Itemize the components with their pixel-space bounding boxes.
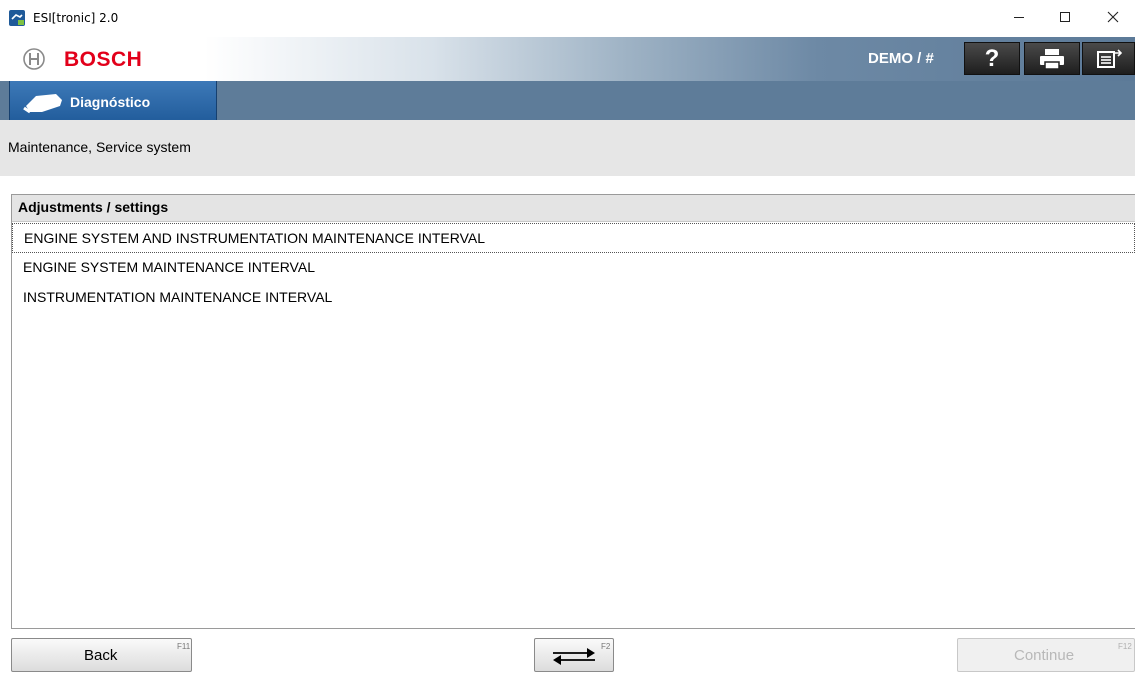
list-item[interactable]: INSTRUMENTATION MAINTENANCE INTERVAL — [12, 283, 1135, 313]
nav-band: Diagnóstico — [0, 81, 1135, 126]
back-button-label: Back — [84, 647, 118, 664]
adjustments-list-panel: Adjustments / settings ENGINE SYSTEM AND… — [11, 194, 1135, 629]
list-item[interactable]: ENGINE SYSTEM MAINTENANCE INTERVAL — [12, 253, 1135, 283]
export-button[interactable] — [1082, 42, 1135, 75]
breadcrumb-text: Maintenance, Service system — [8, 139, 191, 155]
bosch-logo-icon — [23, 48, 45, 70]
breadcrumb: Maintenance, Service system — [0, 120, 1135, 176]
continue-button-label: Continue — [1014, 647, 1075, 664]
list-item[interactable]: ENGINE SYSTEM AND INSTRUMENTATION MAINTE… — [12, 223, 1135, 253]
continue-fkey-hint: F12 — [1118, 642, 1132, 651]
minimize-icon[interactable] — [996, 0, 1042, 34]
back-fkey-hint: F11 — [177, 642, 191, 651]
list-item-label: INSTRUMENTATION MAINTENANCE INTERVAL — [23, 289, 333, 305]
continue-button[interactable]: Continue F12 — [957, 638, 1135, 672]
window-titlebar: ESI[tronic] 2.0 — [0, 0, 1135, 37]
diagnostic-connector-icon — [23, 94, 62, 114]
swap-arrows-icon — [553, 648, 595, 665]
question-mark-icon: ? — [984, 44, 1000, 72]
list-item-label: ENGINE SYSTEM AND INSTRUMENTATION MAINTE… — [24, 230, 486, 246]
list-export-icon — [1096, 48, 1122, 68]
app-icon — [9, 10, 25, 26]
user-label: DEMO / # — [868, 50, 934, 67]
back-button[interactable]: Back F11 — [11, 638, 192, 672]
toggle-direction-button[interactable]: F2 — [534, 638, 614, 672]
brand-header: BOSCH DEMO / # ? — [0, 37, 1135, 81]
maximize-icon[interactable] — [1042, 0, 1088, 34]
list-header: Adjustments / settings — [12, 195, 1135, 222]
print-button[interactable] — [1024, 42, 1080, 75]
toggle-fkey-hint: F2 — [601, 642, 611, 651]
window-title: ESI[tronic] 2.0 — [33, 11, 119, 25]
printer-icon — [1040, 48, 1064, 70]
brand-name: BOSCH — [64, 48, 143, 71]
list-item-label: ENGINE SYSTEM MAINTENANCE INTERVAL — [23, 259, 315, 275]
help-button[interactable]: ? — [964, 42, 1020, 75]
list-header-label: Adjustments / settings — [18, 199, 169, 215]
tab-label: Diagnóstico — [70, 94, 151, 110]
close-icon[interactable] — [1090, 0, 1135, 34]
